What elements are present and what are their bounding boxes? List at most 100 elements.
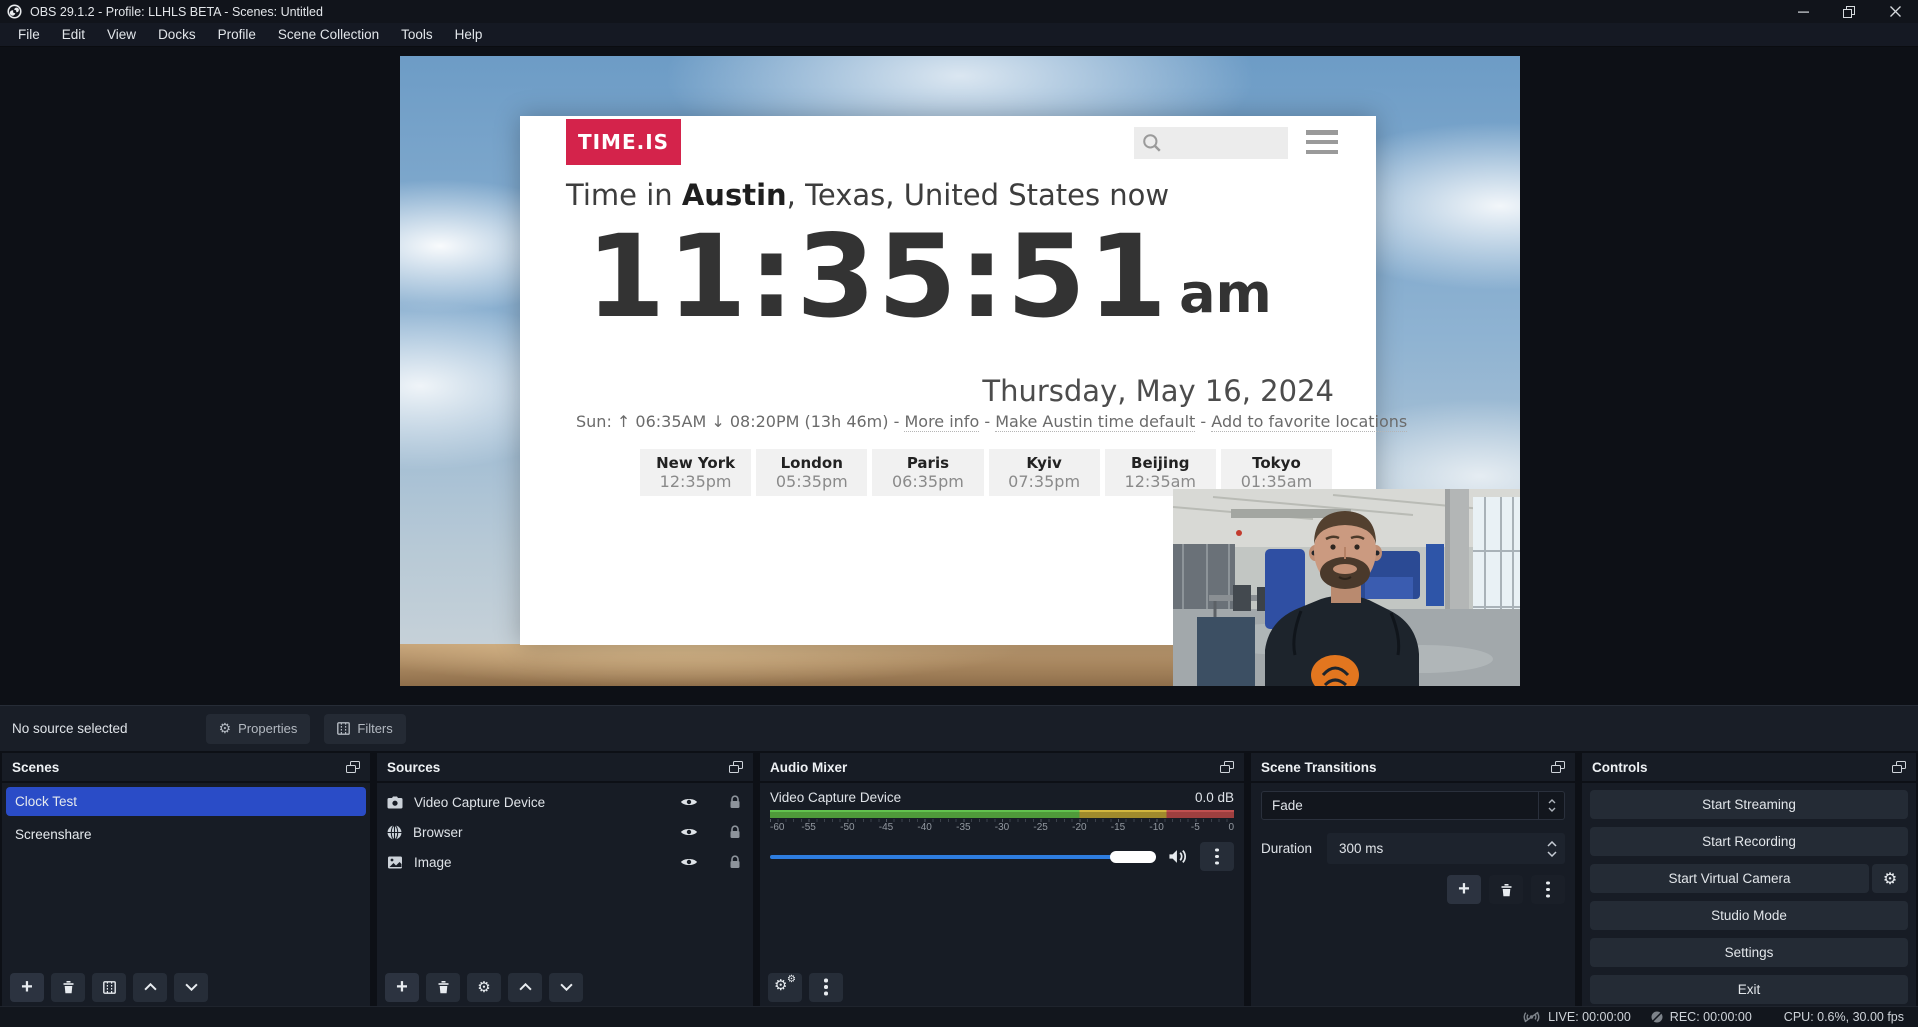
restore-icon: [1843, 6, 1855, 18]
scene-filters-button[interactable]: [92, 973, 126, 1002]
filters-button[interactable]: Filters: [324, 714, 405, 744]
source-label: Video Capture Device: [414, 795, 545, 810]
mixer-channel-menu-button[interactable]: [1200, 842, 1234, 871]
gear-icon: ⚙: [1883, 869, 1897, 889]
timeis-heading: Time in Austin, Texas, United States now: [566, 178, 1169, 212]
remove-scene-button[interactable]: [51, 973, 85, 1002]
speaker-icon[interactable]: [1168, 849, 1188, 864]
scene-item-screenshare[interactable]: Screenshare: [6, 820, 366, 849]
plus-icon: +: [396, 976, 408, 999]
search-icon: [1142, 133, 1162, 153]
plus-icon: +: [1458, 878, 1470, 901]
heading-prefix: Time in: [566, 178, 682, 212]
camera-icon: [387, 796, 403, 809]
transitions-body: Fade Duration 300 ms +: [1251, 783, 1575, 1006]
start-streaming-button[interactable]: Start Streaming: [1590, 790, 1908, 819]
chevron-down-icon: [560, 983, 573, 991]
sources-dock-header: Sources: [377, 753, 753, 783]
popout-icon[interactable]: [1551, 761, 1565, 774]
add-source-button[interactable]: +: [385, 973, 419, 1002]
virtual-camera-settings-button[interactable]: ⚙: [1872, 864, 1908, 893]
sun-times: Sun: ↑ 06:35AM ↓ 08:20PM (13h 46m): [576, 412, 889, 431]
controls-dock-header: Controls: [1582, 753, 1916, 783]
menu-docks[interactable]: Docks: [147, 23, 207, 47]
add-scene-button[interactable]: +: [10, 973, 44, 1002]
exit-button[interactable]: Exit: [1590, 975, 1908, 1004]
move-source-down-button[interactable]: [549, 973, 583, 1002]
menu-file[interactable]: File: [7, 23, 51, 47]
scene-item-clock-test[interactable]: Clock Test: [6, 787, 366, 816]
source-properties-button[interactable]: ⚙: [467, 973, 501, 1002]
source-row-image[interactable]: Image: [377, 847, 753, 877]
duration-value[interactable]: 300 ms: [1327, 841, 1539, 856]
lock-icon[interactable]: [729, 825, 741, 839]
volume-slider-handle[interactable]: [1110, 851, 1156, 863]
minimize-button[interactable]: [1780, 0, 1826, 23]
timeis-logo: TIME.IS: [566, 119, 681, 165]
lock-icon[interactable]: [729, 855, 741, 869]
close-button[interactable]: [1872, 0, 1918, 23]
visibility-eye-icon[interactable]: [680, 827, 698, 837]
visibility-eye-icon[interactable]: [680, 797, 698, 807]
move-source-up-button[interactable]: [508, 973, 542, 1002]
move-scene-up-button[interactable]: [133, 973, 167, 1002]
source-label: Image: [414, 855, 452, 870]
scenes-title: Scenes: [12, 760, 59, 775]
docks-row: Scenes Clock Test Screenshare + Sources …: [0, 753, 1918, 1006]
webcam-overlay: [1173, 489, 1520, 686]
kebab-menu-icon: [1215, 855, 1219, 859]
add-transition-button[interactable]: +: [1447, 875, 1481, 904]
chevron-up-icon: [519, 983, 532, 991]
settings-button[interactable]: Settings: [1590, 938, 1908, 967]
properties-button[interactable]: ⚙ Properties: [206, 714, 311, 744]
source-toolbar: No source selected ⚙ Properties Filters: [0, 705, 1918, 751]
scenes-list: Clock Test Screenshare: [2, 783, 370, 968]
popout-icon[interactable]: [1892, 761, 1906, 774]
menu-tools[interactable]: Tools: [390, 23, 444, 47]
city-paris: Paris06:35pm: [872, 449, 983, 496]
source-status-text: No source selected: [12, 721, 128, 736]
transition-select[interactable]: Fade: [1261, 791, 1565, 820]
lock-icon[interactable]: [729, 795, 741, 809]
kebab-menu-icon: [1546, 888, 1550, 892]
rec-timer: REC: 00:00:00: [1670, 1010, 1752, 1024]
source-row-video-capture[interactable]: Video Capture Device: [377, 787, 753, 817]
timeis-clock: 11:35:51 am: [586, 214, 1272, 339]
menu-help[interactable]: Help: [444, 23, 494, 47]
scenes-toolbar: +: [2, 968, 370, 1006]
move-scene-down-button[interactable]: [174, 973, 208, 1002]
start-virtual-camera-button[interactable]: Start Virtual Camera: [1590, 864, 1869, 893]
controls-dock: Controls Start Streaming Start Recording…: [1582, 753, 1916, 1006]
menu-profile[interactable]: Profile: [207, 23, 267, 47]
popout-icon[interactable]: [729, 761, 743, 774]
trash-icon: [1500, 883, 1513, 897]
sources-toolbar: + ⚙: [377, 968, 753, 1006]
filters-label: Filters: [357, 721, 392, 736]
spin-up-icon[interactable]: [1547, 841, 1557, 847]
menu-edit[interactable]: Edit: [51, 23, 96, 47]
restore-button[interactable]: [1826, 0, 1872, 23]
remove-transition-button[interactable]: [1489, 875, 1523, 904]
visibility-eye-icon[interactable]: [680, 857, 698, 867]
cpu-stats: CPU: 0.6%, 30.00 fps: [1784, 1010, 1904, 1024]
image-icon: [387, 856, 403, 869]
audio-mixer-dock: Audio Mixer Video Capture Device 0.0 dB …: [760, 753, 1244, 1006]
source-row-browser[interactable]: Browser: [377, 817, 753, 847]
popout-icon[interactable]: [346, 761, 360, 774]
scene-preview[interactable]: TIME.IS Time in Austin, Texas, United St…: [400, 56, 1520, 686]
remove-source-button[interactable]: [426, 973, 460, 1002]
advanced-audio-button[interactable]: ⚙⚙: [768, 973, 802, 1002]
menu-view[interactable]: View: [96, 23, 147, 47]
transition-properties-button[interactable]: [1531, 875, 1565, 904]
start-recording-button[interactable]: Start Recording: [1590, 827, 1908, 856]
duration-spinbox[interactable]: 300 ms: [1327, 833, 1565, 864]
mixer-menu-button[interactable]: [809, 973, 843, 1002]
scenes-dock-header: Scenes: [2, 753, 370, 783]
studio-mode-button[interactable]: Studio Mode: [1590, 901, 1908, 930]
preview-canvas-area: TIME.IS Time in Austin, Texas, United St…: [0, 48, 1918, 705]
popout-icon[interactable]: [1220, 761, 1234, 774]
volume-slider[interactable]: [770, 850, 1156, 864]
spin-down-icon[interactable]: [1547, 851, 1557, 857]
minimize-icon: [1798, 6, 1809, 18]
menu-scene-collection[interactable]: Scene Collection: [267, 23, 390, 47]
